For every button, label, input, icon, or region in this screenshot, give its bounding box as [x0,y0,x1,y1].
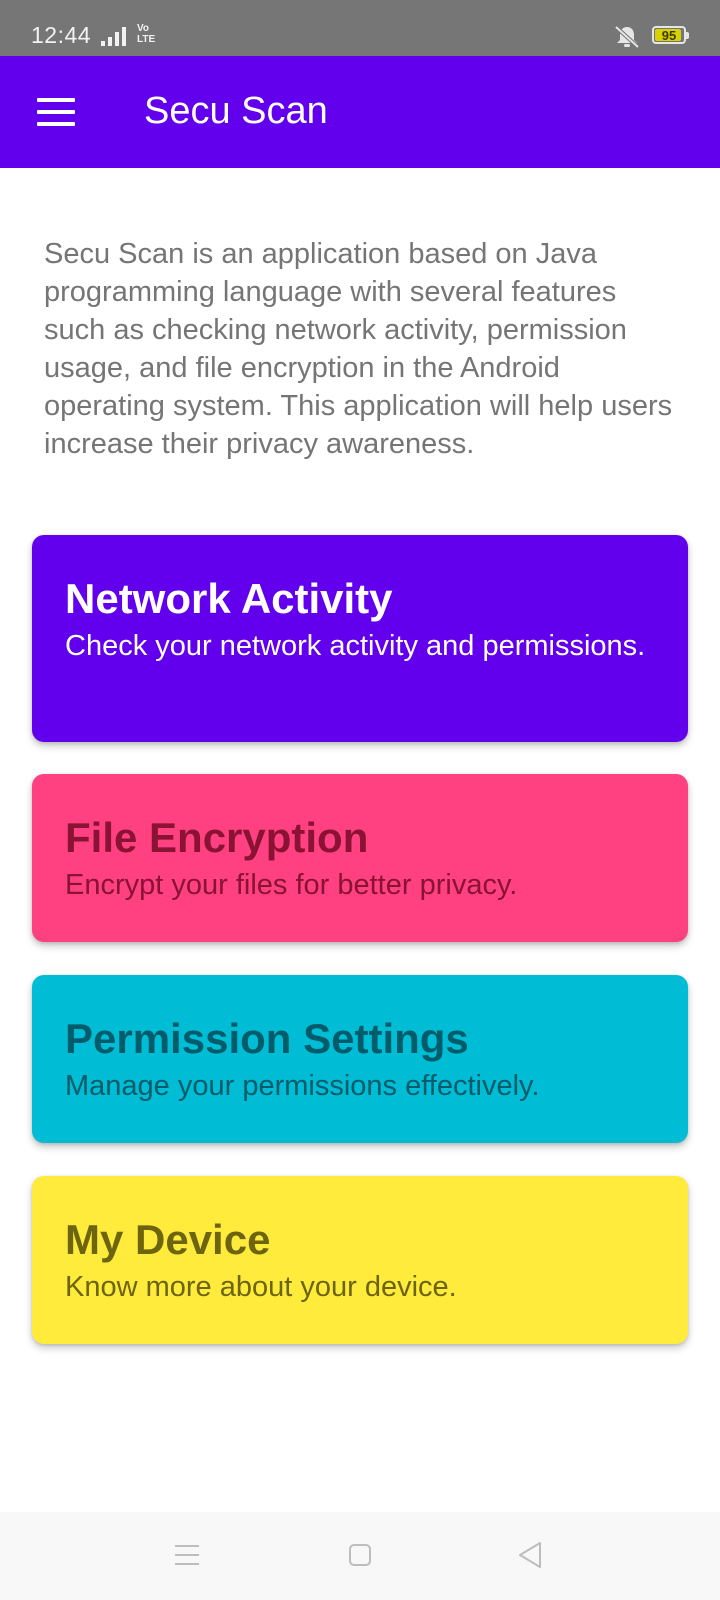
app-title: Secu Scan [144,90,328,132]
mute-icon [614,25,640,49]
status-bar: 12:44 Vo LTE 95 [0,0,720,56]
card-title: My Device [65,1216,271,1263]
signal-icon [101,27,126,46]
volte-label-top: Vo [137,23,150,34]
volte-label-bottom: LTE [137,34,156,45]
file-encryption-card[interactable]: File Encryption Encrypt your files for b… [32,774,688,942]
card-title: Permission Settings [65,1015,469,1062]
card-subtitle: Encrypt your files for better privacy. [65,869,518,901]
back-icon[interactable] [516,1540,544,1570]
battery-level: 95 [661,27,677,43]
card-title: Network Activity [65,575,393,622]
card-subtitle: Manage your permissions effectively. [65,1070,540,1102]
volte-icon: Vo LTE [137,23,159,45]
permission-settings-card[interactable]: Permission Settings Manage your permissi… [32,975,688,1143]
card-subtitle: Check your network activity and permissi… [65,630,646,662]
home-icon[interactable] [348,1542,372,1568]
system-navigation-bar [0,1512,720,1600]
status-time: 12:44 [31,22,92,48]
card-subtitle: Know more about your device. [65,1271,457,1303]
network-activity-card[interactable]: Network Activity Check your network acti… [32,535,688,742]
battery-icon: 95 [652,26,689,44]
hamburger-menu-icon[interactable] [28,88,84,136]
card-title: File Encryption [65,814,369,861]
recent-apps-icon[interactable] [174,1542,200,1568]
my-device-card[interactable]: My Device Know more about your device. [32,1176,688,1344]
app-bar: Secu Scan [0,56,720,168]
app-description: Secu Scan is an application based on Jav… [44,238,673,460]
